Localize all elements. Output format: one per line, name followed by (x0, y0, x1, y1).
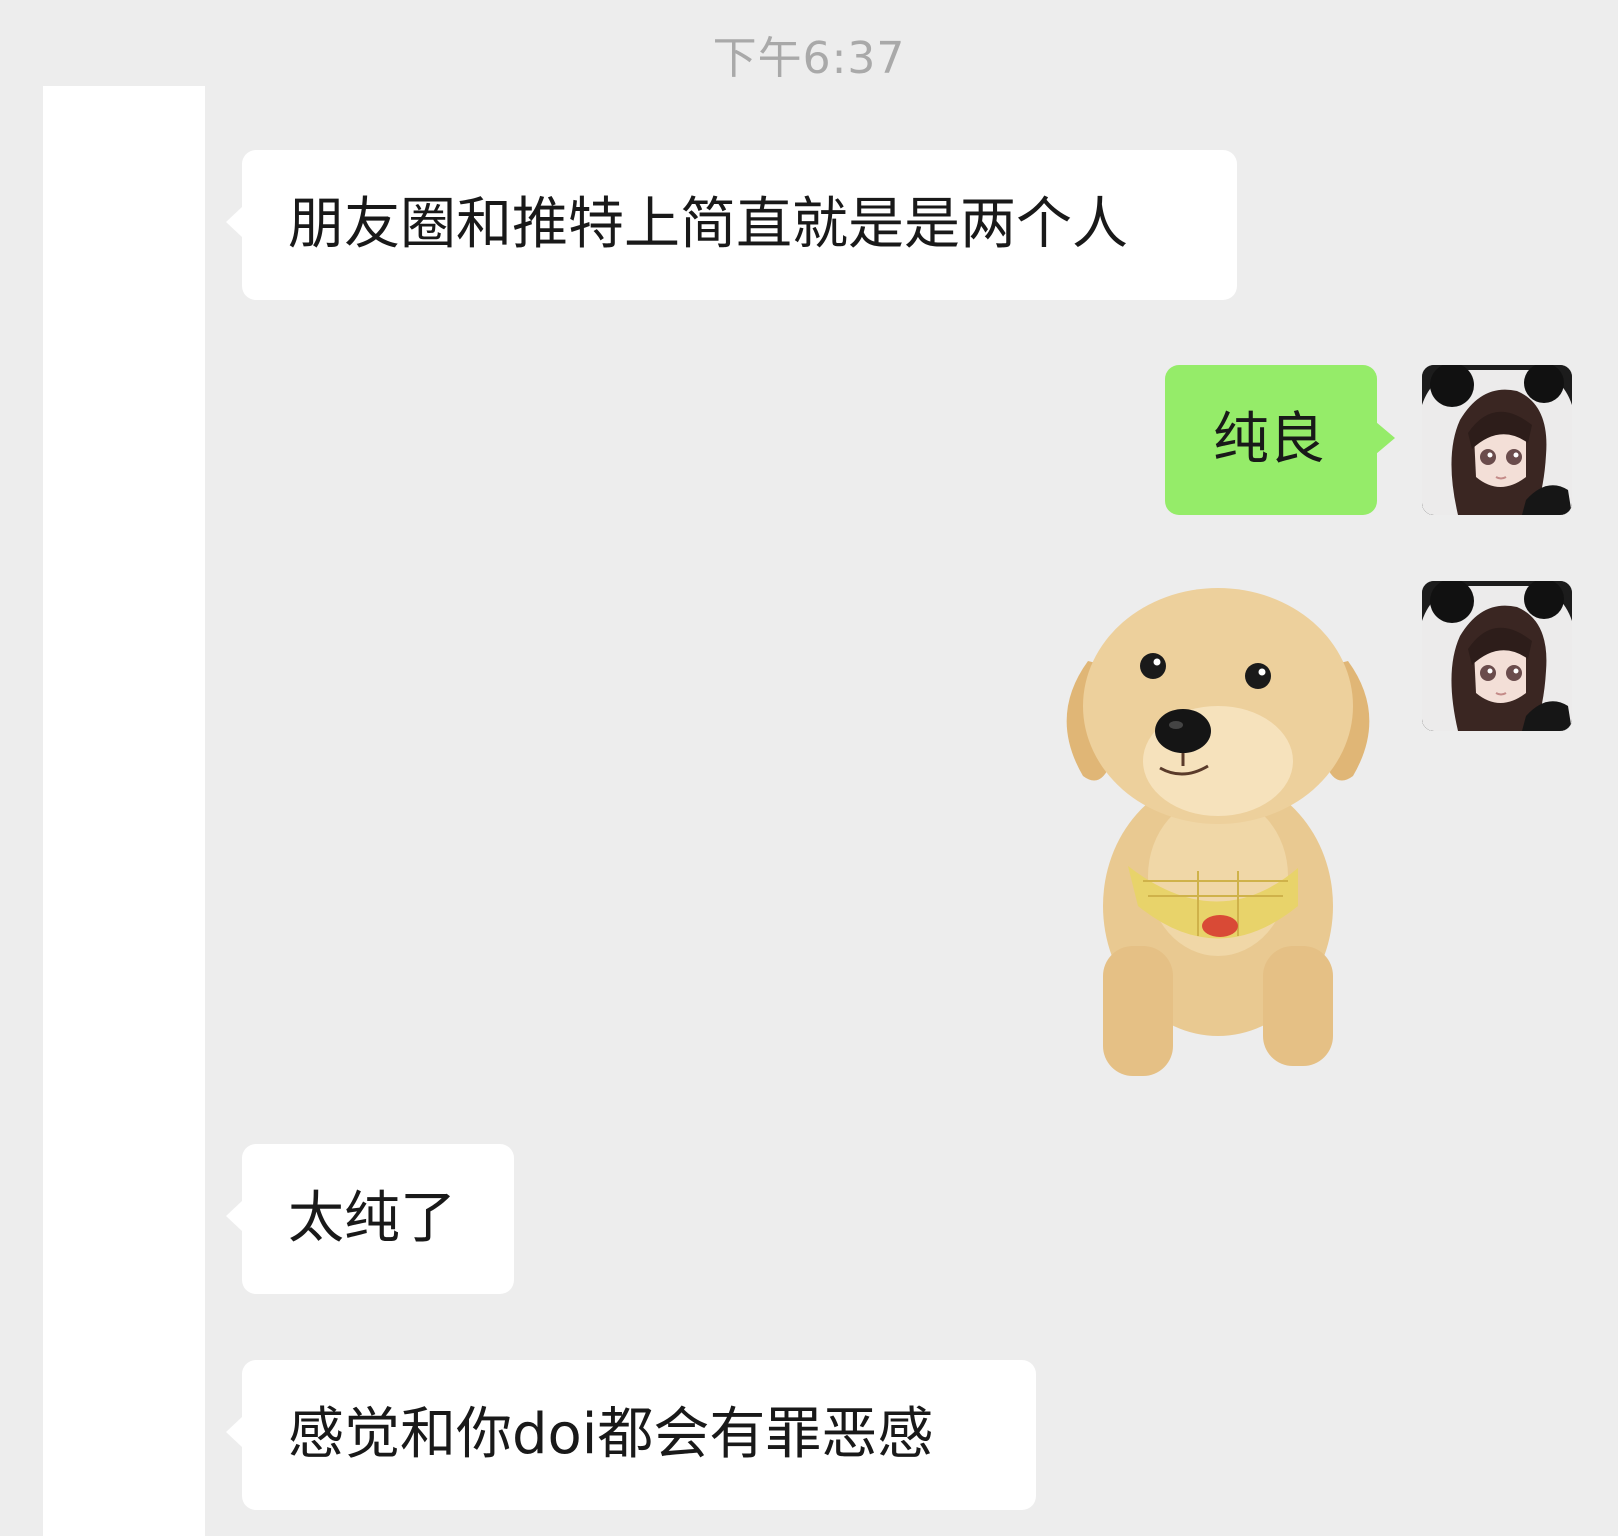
message-text: 感觉和你doi都会有罪恶感 (288, 1402, 934, 1467)
message-bubble-outgoing[interactable]: 纯良 (1165, 365, 1395, 515)
message-bubble-incoming[interactable]: 朋友圈和推特上简直就是是两个人 (226, 150, 1237, 300)
message-text: 太纯了 (288, 1186, 456, 1251)
message-bubble-incoming[interactable]: 感觉和你doi都会有罪恶感 (226, 1360, 1036, 1510)
anime-girl-icon (1422, 581, 1572, 731)
puppy-sticker[interactable] (1048, 576, 1388, 1086)
redacted-area (43, 86, 205, 1536)
anime-girl-icon (1422, 365, 1572, 515)
puppy-sticker-icon (1066, 588, 1370, 1076)
anime-girl-avatar[interactable] (1422, 581, 1572, 731)
message-text: 朋友圈和推特上简直就是是两个人 (288, 192, 1128, 257)
message-bubble-incoming[interactable]: 太纯了 (226, 1144, 514, 1294)
anime-girl-avatar[interactable] (1422, 365, 1572, 515)
timestamp: 下午6:37 (712, 33, 906, 84)
message-text: 纯良 (1213, 407, 1325, 472)
